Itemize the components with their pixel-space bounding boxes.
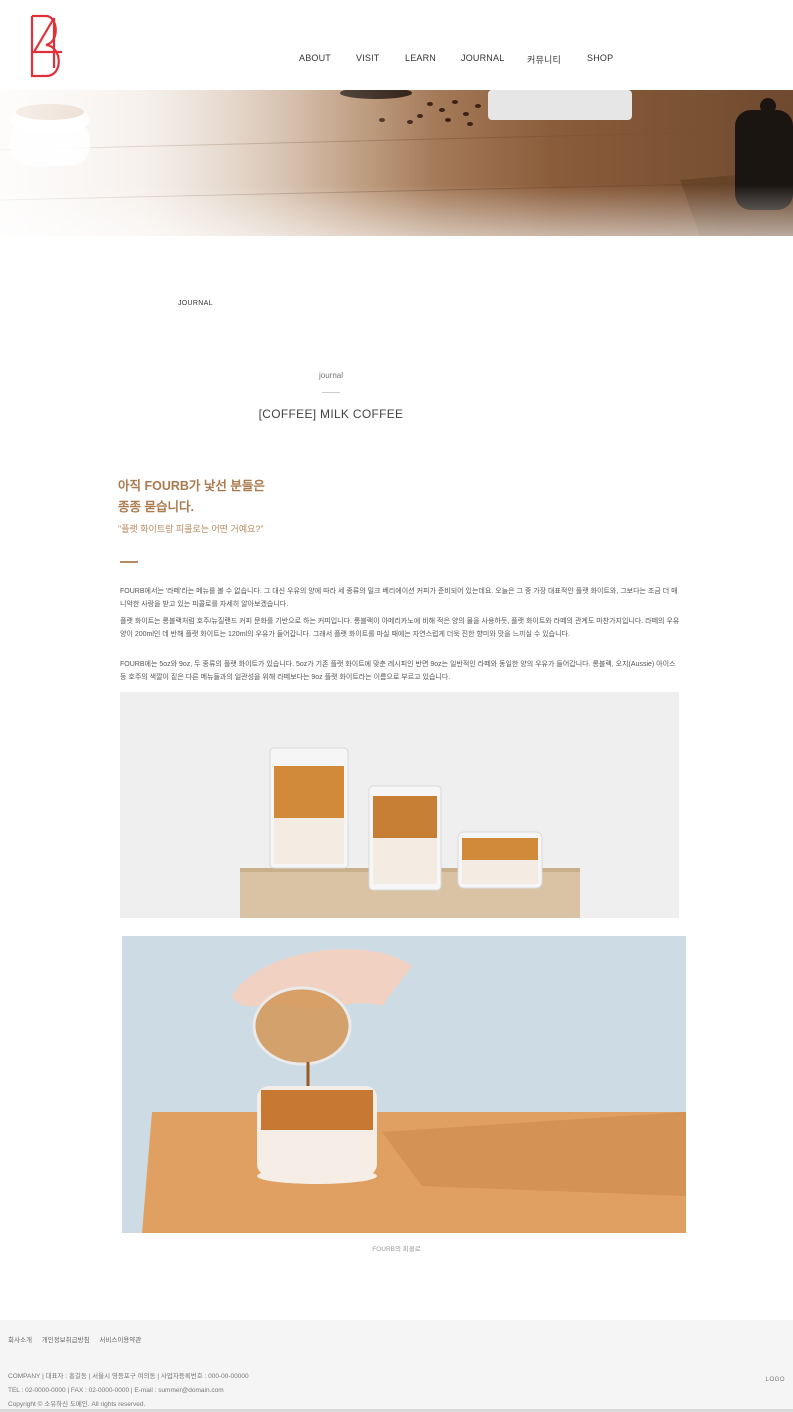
site-footer: 회사소개 개인정보취급방침 서비스이용약관 COMPANY | 대표자 : 홍길… (0, 1320, 793, 1412)
post-paragraph: FOURB에는 5oz와 9oz, 두 종류의 플랫 화이트가 있습니다. 5o… (120, 661, 676, 681)
hero-bottom-fade (0, 185, 793, 236)
footer-logo[interactable]: LOGO (766, 1377, 785, 1383)
post-paragraph: 플랫 화이트는 롱블랙처럼 호주/뉴질랜드 커피 문화를 기반으로 하는 커피입… (120, 618, 680, 638)
nav-community[interactable]: 커뮤니티 (527, 53, 561, 66)
footer-company-info: COMPANY | 대표자 : 홍길동 | 서울시 영등포구 여의동 | 사업자… (8, 1370, 249, 1412)
nav-journal[interactable]: JOURNAL (461, 53, 504, 63)
site-header: ABOUT VISIT LEARN JOURNAL 커뮤니티 SHOP (0, 0, 793, 90)
footer-info-line: TEL : 02-0000-0000 | FAX : 02-0000-0000 … (8, 1387, 224, 1394)
nav-visit[interactable]: VISIT (356, 53, 380, 63)
intro-heading-line1: 아직 FOURB가 낯선 분들은 (118, 479, 265, 493)
post-paragraph: FOURB에서는 '라떼'라는 메뉴를 볼 수 없습니다. 그 대신 우유의 양… (120, 588, 678, 608)
divider (322, 392, 340, 393)
hero-banner-image (0, 90, 793, 236)
photo-caption: FOURB의 피콜로 (372, 1246, 421, 1253)
nav-shop[interactable]: SHOP (587, 53, 613, 63)
post-title: [COFFEE] MILK COFFEE (258, 407, 404, 421)
intro-heading-line2: 종종 묻습니다. (118, 500, 194, 514)
footer-links: 회사소개 개인정보취급방침 서비스이용약관 (8, 1334, 149, 1344)
footer-link-about[interactable]: 회사소개 (8, 1337, 32, 1344)
photo-pouring-coffee (122, 936, 686, 1233)
breadcrumb[interactable]: JOURNAL (178, 300, 213, 307)
footer-info-line: COMPANY | 대표자 : 홍길동 | 서울시 영등포구 여의동 | 사업자… (8, 1373, 249, 1380)
nav-about[interactable]: ABOUT (299, 53, 331, 63)
accent-divider (120, 561, 138, 563)
brand-logo[interactable] (28, 12, 74, 80)
post-intro: 아직 FOURB가 낯선 분들은 종종 묻습니다. "플랫 화이트랑 피콜로는 … (118, 476, 518, 535)
pouring-illustration (122, 936, 686, 1233)
nav-learn[interactable]: LEARN (405, 53, 436, 63)
intro-quote: "플랫 화이트랑 피콜로는 어떤 거예요?" (118, 524, 264, 534)
photo-three-glasses (120, 692, 679, 918)
post-category: journal (318, 371, 343, 380)
footer-link-privacy[interactable]: 개인정보취급방침 (42, 1337, 90, 1344)
glasses-illustration (120, 692, 679, 918)
main-nav: ABOUT VISIT LEARN JOURNAL 커뮤니티 SHOP (0, 53, 793, 67)
footer-link-terms[interactable]: 서비스이용약관 (99, 1337, 141, 1344)
